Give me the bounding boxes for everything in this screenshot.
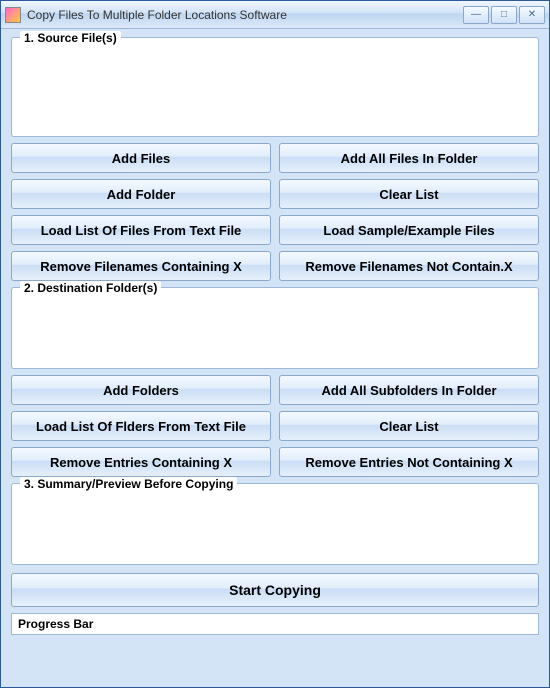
remove-filenames-containing-x-button[interactable]: Remove Filenames Containing X: [11, 251, 271, 281]
source-files-label: 1. Source File(s): [20, 31, 121, 45]
load-sample-files-button[interactable]: Load Sample/Example Files: [279, 215, 539, 245]
remove-entries-not-containing-x-button[interactable]: Remove Entries Not Containing X: [279, 447, 539, 477]
load-files-from-text-button[interactable]: Load List Of Files From Text File: [11, 215, 271, 245]
destination-buttons: Add Folders Add All Subfolders In Folder…: [11, 375, 539, 477]
remove-filenames-not-containing-x-button[interactable]: Remove Filenames Not Contain.X: [279, 251, 539, 281]
summary-preview-list[interactable]: [18, 498, 532, 558]
window-controls: — □ ✕: [463, 6, 545, 24]
close-button[interactable]: ✕: [519, 6, 545, 24]
close-icon: ✕: [528, 9, 536, 20]
destination-folders-list[interactable]: [18, 302, 532, 362]
start-copying-button[interactable]: Start Copying: [11, 573, 539, 607]
clear-destination-list-button[interactable]: Clear List: [279, 411, 539, 441]
source-buttons: Add Files Add All Files In Folder Add Fo…: [11, 143, 539, 281]
add-all-subfolders-button[interactable]: Add All Subfolders In Folder: [279, 375, 539, 405]
source-files-list[interactable]: [18, 52, 532, 130]
maximize-icon: □: [501, 9, 507, 20]
minimize-button[interactable]: —: [463, 6, 489, 24]
maximize-button[interactable]: □: [491, 6, 517, 24]
client-area: 1. Source File(s) Add Files Add All File…: [1, 29, 549, 687]
clear-source-list-button[interactable]: Clear List: [279, 179, 539, 209]
app-window: Copy Files To Multiple Folder Locations …: [0, 0, 550, 688]
destination-folders-label: 2. Destination Folder(s): [20, 281, 161, 295]
window-title: Copy Files To Multiple Folder Locations …: [27, 8, 463, 22]
add-files-button[interactable]: Add Files: [11, 143, 271, 173]
titlebar[interactable]: Copy Files To Multiple Folder Locations …: [1, 1, 549, 29]
progress-label: Progress Bar: [18, 617, 93, 631]
remove-entries-containing-x-button[interactable]: Remove Entries Containing X: [11, 447, 271, 477]
progress-bar: Progress Bar: [11, 613, 539, 635]
destination-folders-group: 2. Destination Folder(s): [11, 287, 539, 369]
add-folders-button[interactable]: Add Folders: [11, 375, 271, 405]
load-folders-from-text-button[interactable]: Load List Of Flders From Text File: [11, 411, 271, 441]
add-all-files-in-folder-button[interactable]: Add All Files In Folder: [279, 143, 539, 173]
minimize-icon: —: [471, 9, 481, 20]
add-folder-button[interactable]: Add Folder: [11, 179, 271, 209]
app-icon: [5, 7, 21, 23]
summary-preview-label: 3. Summary/Preview Before Copying: [20, 477, 237, 491]
source-files-group: 1. Source File(s): [11, 37, 539, 137]
summary-preview-group: 3. Summary/Preview Before Copying: [11, 483, 539, 565]
